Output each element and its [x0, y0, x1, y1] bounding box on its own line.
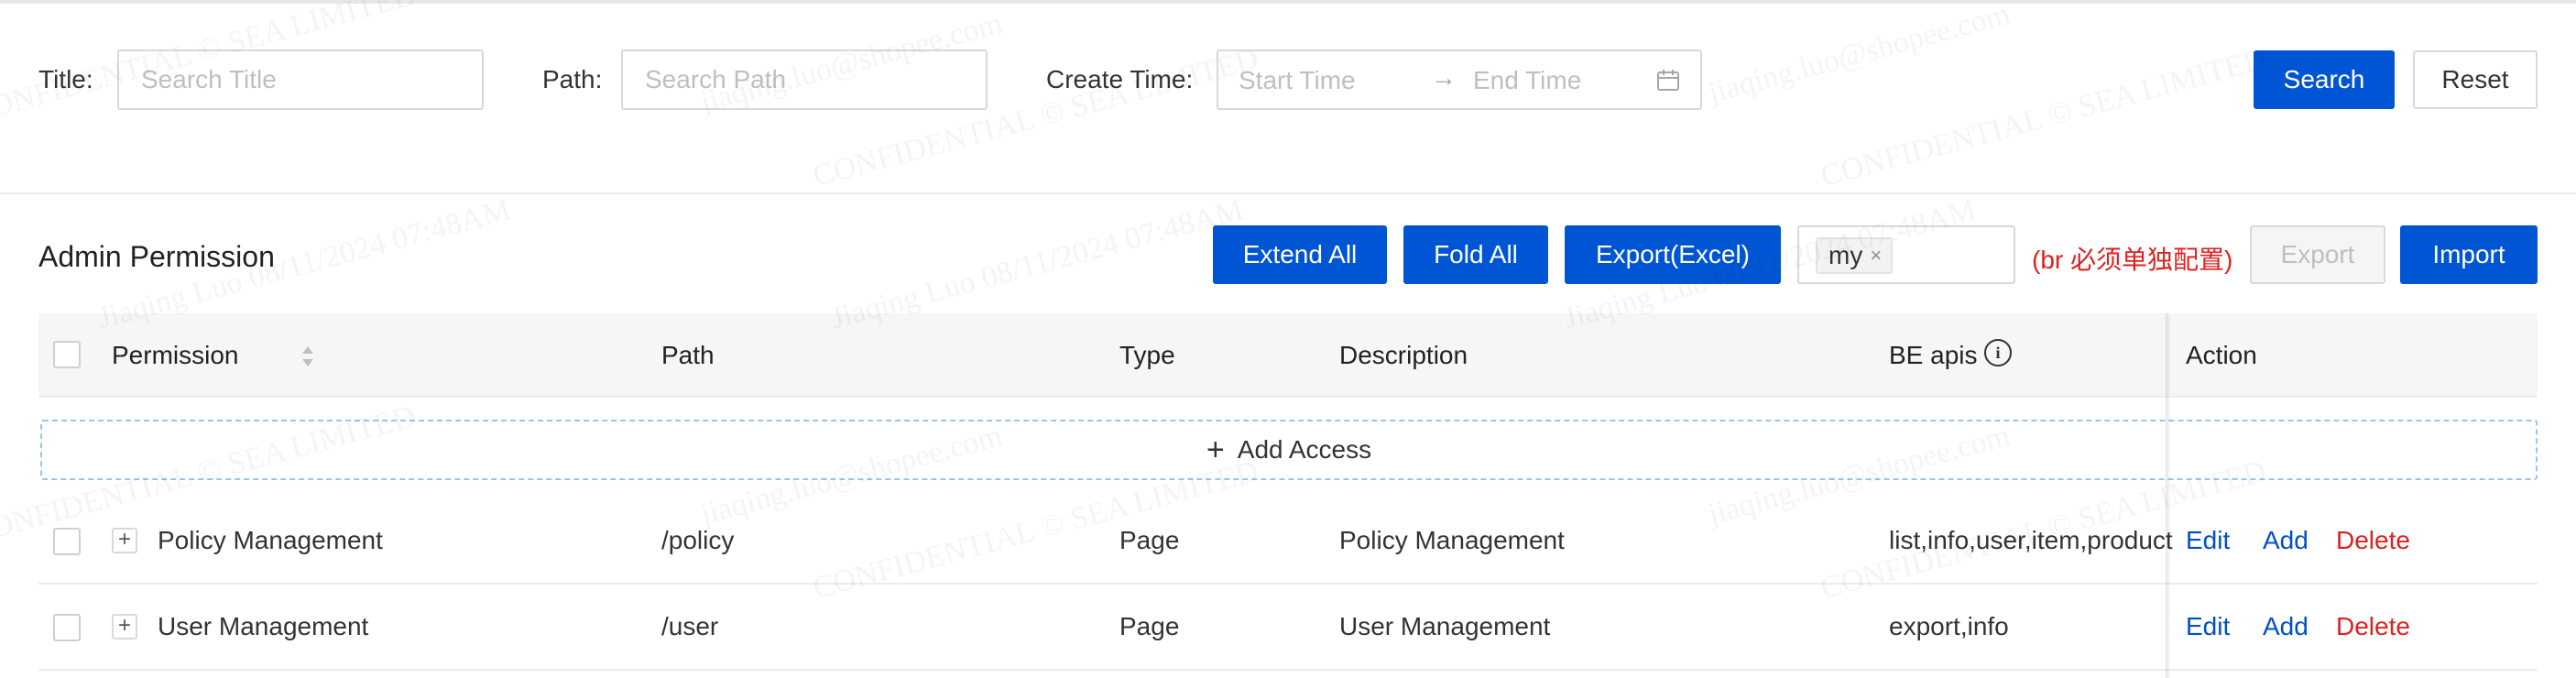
delete-link[interactable]: Delete — [2336, 612, 2410, 641]
add-access-button[interactable]: + Add Access — [40, 420, 2538, 480]
delete-link[interactable]: Delete — [2336, 526, 2410, 555]
filter-bar: Title: Path: Create Time: Start Time → E… — [0, 4, 2576, 192]
column-header-path: Path — [661, 341, 715, 369]
add-access-label: Add Access — [1237, 435, 1372, 464]
tag-label: my — [1828, 241, 1863, 269]
extend-all-button[interactable]: Extend All — [1213, 225, 1387, 284]
column-header-action: Action — [2186, 341, 2257, 369]
cell-path: /policy — [661, 526, 735, 554]
sort-icon[interactable] — [300, 343, 315, 370]
end-time-placeholder[interactable]: End Time — [1473, 66, 1581, 95]
cell-description: User Management — [1339, 612, 1551, 640]
create-time-label: Create Time: — [1046, 65, 1194, 93]
cell-type: Page — [1119, 526, 1180, 554]
cell-be-apis-clip: export,info — [1889, 585, 2177, 671]
info-icon[interactable]: i — [1984, 339, 2012, 366]
column-header-type: Type — [1119, 341, 1175, 369]
cell-be-apis: export,info — [1889, 612, 2009, 640]
row-checkbox[interactable] — [53, 614, 81, 641]
table-row: + Policy Management /policy Page Policy … — [38, 498, 2538, 585]
column-header-be-apis: BE apis — [1889, 341, 1978, 369]
section-divider — [0, 192, 2576, 194]
path-label: Path: — [542, 65, 603, 93]
table-row: + User Management /user Page User Manage… — [38, 585, 2538, 671]
selected-tag: my × — [1816, 237, 1894, 274]
tag-select[interactable]: my × — [1797, 225, 2015, 284]
cell-be-apis: list,info,user,item,product — [1889, 526, 2173, 554]
create-time-range-picker[interactable]: Start Time → End Time — [1217, 49, 1702, 110]
page-title: Admin Permission — [38, 240, 275, 273]
close-icon[interactable]: × — [1870, 244, 1882, 268]
range-arrow-icon: → — [1431, 63, 1457, 92]
title-input-wrapper — [117, 49, 484, 110]
path-search-input[interactable] — [623, 51, 986, 108]
reset-button[interactable]: Reset — [2413, 50, 2538, 109]
title-label: Title: — [38, 65, 93, 93]
calendar-icon — [1657, 70, 1679, 91]
cell-permission: Policy Management — [158, 526, 383, 554]
plus-icon: + — [1206, 432, 1225, 467]
config-hint: (br 必须单独配置) — [2032, 246, 2233, 274]
add-link[interactable]: Add — [2263, 526, 2309, 555]
expand-icon[interactable]: + — [112, 528, 137, 553]
edit-link[interactable]: Edit — [2186, 526, 2230, 555]
export-excel-button[interactable]: Export(Excel) — [1565, 225, 1781, 284]
cell-be-apis-clip: list,info,user,item,product — [1889, 498, 2177, 585]
path-input-wrapper — [621, 49, 988, 110]
start-time-placeholder[interactable]: Start Time — [1239, 66, 1356, 95]
cell-permission: User Management — [158, 612, 369, 640]
table-header: Permission Path Type Description BE apis… — [38, 313, 2538, 398]
select-all-checkbox[interactable] — [53, 341, 81, 368]
export-button[interactable]: Export — [2250, 225, 2385, 284]
row-checkbox[interactable] — [53, 528, 81, 555]
fold-all-button[interactable]: Fold All — [1403, 225, 1548, 284]
cell-path: /user — [661, 612, 719, 640]
expand-icon[interactable]: + — [112, 614, 137, 640]
fixed-column-shadow — [2166, 313, 2171, 678]
column-header-permission[interactable]: Permission — [112, 341, 238, 370]
column-header-description: Description — [1339, 341, 1468, 369]
cell-description: Policy Management — [1339, 526, 1565, 554]
search-button[interactable]: Search — [2254, 50, 2395, 109]
edit-link[interactable]: Edit — [2186, 612, 2230, 641]
import-button[interactable]: Import — [2400, 225, 2538, 284]
title-search-input[interactable] — [119, 51, 482, 108]
cell-type: Page — [1119, 612, 1180, 640]
add-link[interactable]: Add — [2263, 612, 2309, 641]
